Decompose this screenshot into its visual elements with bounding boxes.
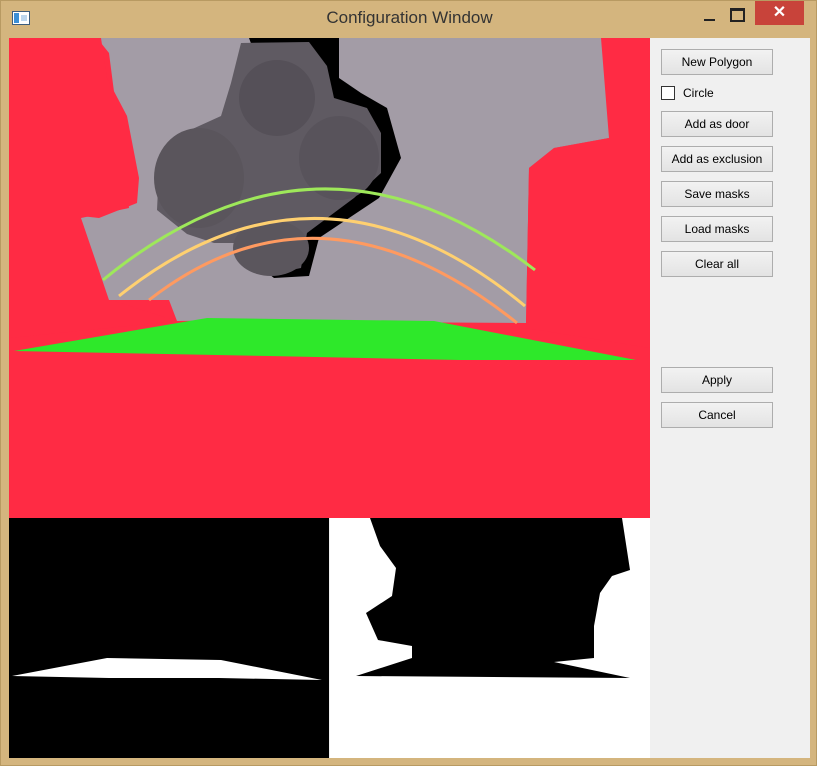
maximize-button[interactable] [723, 2, 751, 28]
add-as-door-button[interactable]: Add as door [661, 111, 773, 137]
close-button[interactable]: ✕ [755, 1, 804, 25]
depth-image-view[interactable] [9, 38, 650, 518]
apply-button[interactable]: Apply [661, 367, 773, 393]
configuration-window: Configuration Window ✕ New Polygon Circl… [0, 0, 817, 766]
title-bar[interactable]: Configuration Window ✕ [1, 1, 816, 38]
circle-label: Circle [683, 86, 714, 100]
clear-all-button[interactable]: Clear all [661, 251, 773, 277]
minimize-button[interactable] [694, 2, 724, 28]
exclusion-mask-preview [330, 518, 650, 758]
control-panel: New Polygon Circle Add as door Add as ex… [650, 38, 810, 758]
add-as-exclusion-button[interactable]: Add as exclusion [661, 146, 773, 172]
close-icon: ✕ [772, 4, 787, 21]
save-masks-button[interactable]: Save masks [661, 181, 773, 207]
circle-checkbox[interactable] [661, 86, 675, 100]
exclusion-right [526, 138, 650, 348]
load-masks-button[interactable]: Load masks [661, 216, 773, 242]
new-polygon-button[interactable]: New Polygon [661, 49, 773, 75]
maximize-icon [729, 8, 745, 22]
circle-checkbox-row[interactable]: Circle [661, 84, 714, 102]
minimize-icon [703, 19, 715, 21]
cancel-button[interactable]: Cancel [661, 402, 773, 428]
mask-background [9, 518, 329, 758]
client-area: New Polygon Circle Add as door Add as ex… [9, 38, 810, 758]
door-mask-preview [9, 518, 329, 758]
